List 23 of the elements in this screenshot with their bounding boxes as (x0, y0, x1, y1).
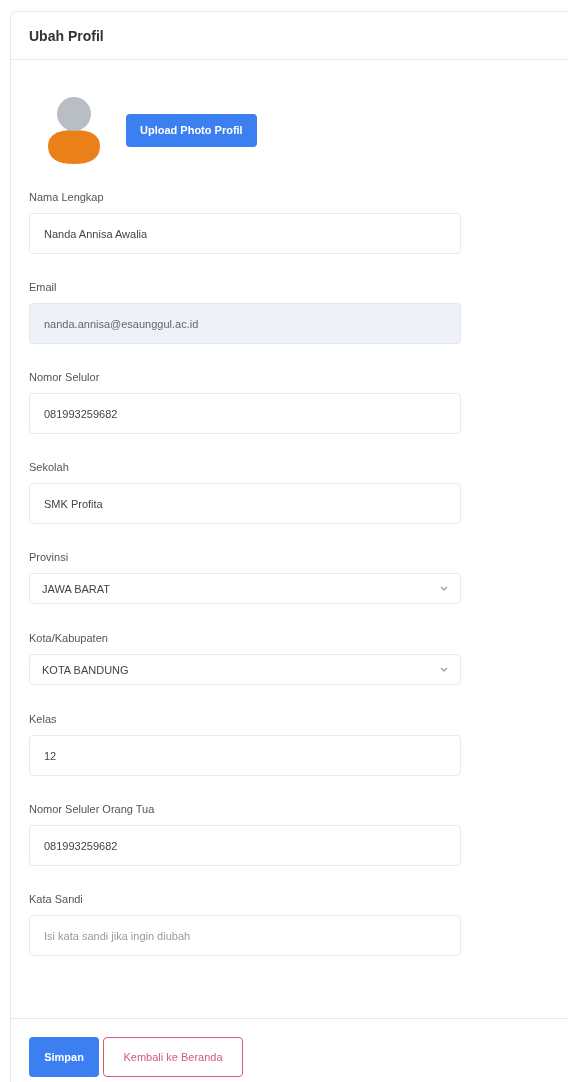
text-field[interactable]: SMK Profita (29, 483, 461, 524)
field-label: Nomor Selulor (29, 370, 101, 384)
save-button[interactable]: Simpan (29, 1037, 99, 1077)
select-field[interactable]: JAWA BARAT (29, 573, 461, 604)
card-title: Ubah Profil (29, 27, 104, 44)
text-field[interactable]: 081993259682 (29, 393, 461, 434)
back-to-home-button[interactable]: Kembali ke Beranda (103, 1037, 243, 1077)
field-label: Kota/Kabupaten (29, 631, 109, 645)
field-label: Sekolah (29, 460, 70, 474)
field-label: Nomor Seluler Orang Tua (29, 802, 156, 816)
field-label: Nama Lengkap (29, 190, 105, 204)
upload-photo-button[interactable]: Upload Photo Profil (126, 113, 257, 147)
field-label: Provinsi (29, 550, 70, 564)
chevron-down-icon (440, 586, 448, 591)
text-field[interactable]: 12 (29, 735, 461, 776)
password-field[interactable]: Isi kata sandi jika ingin diubah (29, 915, 461, 956)
chevron-down-icon (440, 667, 448, 672)
text-field[interactable]: 081993259682 (29, 825, 461, 866)
field-label: Kelas (29, 712, 58, 726)
text-field[interactable]: Nanda Annisa Awalia (29, 213, 461, 254)
field-label: Kata Sandi (29, 892, 84, 906)
select-field[interactable]: KOTA BANDUNG (29, 654, 461, 685)
field-label: Email (29, 280, 58, 294)
